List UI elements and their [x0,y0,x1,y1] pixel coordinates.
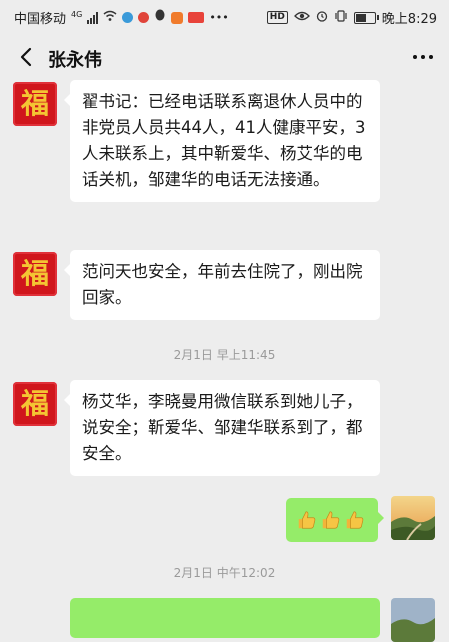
message-bubble[interactable]: 杨艾华，李晓曼用微信联系到她儿子，说安全；靳爱华、邹建华联系到了，都安全。 [64,380,380,476]
app-icon [171,11,184,24]
more-notifications-icon: ••• [209,11,229,24]
avatar-glyph: 福 [20,257,49,290]
signal-icon [87,11,99,24]
battery-icon [353,11,379,24]
wifi-icon [103,10,117,26]
contact-avatar[interactable]: 福 [13,252,57,296]
thumbs-up-icon [298,511,316,529]
thumbs-up-icon [346,511,364,529]
message-text: 杨艾华，李晓曼用微信联系到她儿子，说安全；靳爱华、邹建华联系到了，都安全。 [82,392,363,463]
clock-label: 晚上8:29 [381,12,437,27]
dot-icon [413,55,417,59]
landscape-avatar-image [391,496,435,540]
message-list[interactable]: 福 翟书记：已经电话联系离退休人员中的非党员人员共44人，41人健康平安，3人未… [0,80,449,642]
alarm-icon [316,10,328,26]
timestamp: 2月1日 早上11:45 [173,348,276,362]
my-avatar[interactable] [391,496,435,540]
eye-icon [293,10,310,25]
qq-icon [154,9,166,26]
chat-header: 张永伟 [0,34,449,80]
reply-bubble[interactable] [286,498,384,542]
my-avatar[interactable] [391,598,435,642]
message-bubble[interactable]: 范问天也安全，年前去住院了，刚出院回家。 [64,250,380,320]
page-title: 张永伟 [48,50,102,71]
message-text: 翟书记：已经电话联系离退休人员中的非党员人员共44人，41人健康平安，3人未联系… [82,92,366,189]
status-bar: 中国移动 4G ••• HD 晚上8:29 [0,0,449,34]
landscape-avatar-image [391,598,435,642]
app-icon [188,12,205,23]
avatar-glyph: 福 [20,387,49,420]
reply-bubble[interactable] [70,598,380,638]
hd-badge: HD [266,11,288,24]
vibrate-icon [334,9,348,26]
network-label: 4G [71,10,83,19]
contact-avatar[interactable]: 福 [13,382,57,426]
app-icon [138,12,150,23]
chevron-left-icon [20,47,32,67]
dot-icon [429,55,433,59]
more-options-button[interactable] [413,46,433,68]
back-button[interactable] [13,43,39,71]
message-bubble[interactable]: 翟书记：已经电话联系离退休人员中的非党员人员共44人，41人健康平安，3人未联系… [64,80,380,202]
thumbs-up-icon [322,511,340,529]
app-icon [122,12,134,23]
contact-avatar[interactable]: 福 [13,82,57,126]
message-text: 范问天也安全，年前去住院了，刚出院回家。 [82,262,363,307]
carrier-label: 中国移动 [14,12,67,27]
timestamp: 2月1日 中午12:02 [173,566,276,580]
dot-icon [421,55,425,59]
avatar-glyph: 福 [20,87,49,120]
